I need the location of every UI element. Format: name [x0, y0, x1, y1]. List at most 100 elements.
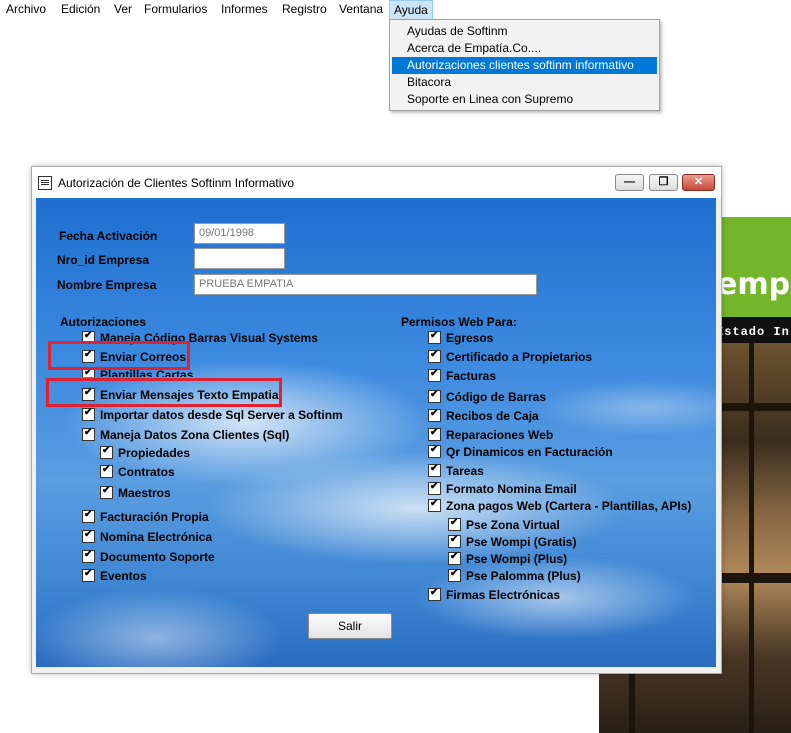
form-icon	[38, 176, 52, 190]
maximize-button[interactable]: ❐	[649, 174, 678, 191]
checkbox-check-icon	[428, 587, 441, 602]
checkbox-label: Egresos	[446, 331, 494, 345]
menu-informes[interactable]: Informes	[217, 0, 272, 19]
checkbox-zona-pagos-web[interactable]: Zona pagos Web (Cartera - Plantillas, AP…	[428, 498, 692, 515]
checkbox-documento-soporte[interactable]: Documento Soporte	[82, 549, 215, 566]
checkbox-tareas[interactable]: Tareas	[428, 463, 484, 480]
checkbox-label: Formato Nomina Email	[446, 482, 577, 496]
checkbox-check-icon	[428, 330, 441, 345]
checkbox-check-icon	[82, 427, 95, 442]
checkbox-check-icon	[428, 368, 441, 383]
dialog-titlebar[interactable]: Autorización de Clientes Softinm Informa…	[32, 167, 721, 198]
autorizaciones-label: Autorizaciones	[60, 315, 147, 329]
minimize-button[interactable]: —	[615, 174, 644, 191]
close-button[interactable]: ✕	[682, 174, 715, 191]
checkbox-codigo-barras[interactable]: Código de Barras	[428, 389, 546, 406]
permisos-web-label: Permisos Web Para:	[401, 315, 517, 329]
site-brand-logo: emp	[717, 267, 791, 302]
dialog-client-area: Fecha Activación 09/01/1998 Nro_id Empre…	[36, 198, 716, 667]
menu-archivo[interactable]: Archivo	[2, 0, 50, 19]
fecha-activacion-field[interactable]: 09/01/1998	[194, 223, 285, 244]
menu-item-bitacora[interactable]: Bitacora	[392, 74, 657, 91]
salir-button[interactable]: Salir	[308, 613, 392, 639]
checkbox-label: Importar datos desde Sql Server a Softin…	[100, 408, 343, 422]
checkbox-label: Qr Dinamicos en Facturación	[446, 445, 613, 459]
menu-ver[interactable]: Ver	[110, 0, 136, 19]
ayuda-dropdown: Ayudas de Softinm Acerca de Empatía.Co..…	[389, 19, 660, 111]
checkbox-label: Facturas	[446, 369, 497, 383]
checkbox-label: Eventos	[100, 569, 147, 583]
checkbox-label: Pse Zona Virtual	[466, 518, 560, 532]
checkbox-check-icon	[428, 389, 441, 404]
site-strip-text: Estado In	[716, 325, 790, 339]
checkbox-check-icon	[82, 509, 95, 524]
autorizacion-dialog: Autorización de Clientes Softinm Informa…	[31, 166, 722, 674]
checkbox-facturas[interactable]: Facturas	[428, 368, 497, 385]
checkbox-facturacion-propia[interactable]: Facturación Propia	[82, 509, 209, 526]
checkbox-label: Pse Wompi (Plus)	[466, 552, 568, 566]
menu-registro[interactable]: Registro	[278, 0, 331, 19]
checkbox-check-icon	[82, 568, 95, 583]
menu-ventana[interactable]: Ventana	[335, 0, 387, 19]
menu-item-acerca-de[interactable]: Acerca de Empatía.Co....	[392, 40, 657, 57]
checkbox-contratos[interactable]: Contratos	[100, 464, 175, 481]
dialog-title: Autorización de Clientes Softinm Informa…	[58, 176, 295, 190]
checkbox-recibos-caja[interactable]: Recibos de Caja	[428, 408, 539, 425]
menu-formularios[interactable]: Formularios	[140, 0, 211, 19]
checkbox-label: Zona pagos Web (Cartera - Plantillas, AP…	[446, 499, 692, 513]
fecha-activacion-label: Fecha Activación	[59, 229, 158, 243]
checkbox-check-icon	[448, 517, 461, 532]
menu-item-soporte-supremo[interactable]: Soporte en Linea con Supremo	[392, 91, 657, 108]
checkbox-label: Reparaciones Web	[446, 428, 554, 442]
checkbox-check-icon	[82, 407, 95, 422]
checkbox-pse-palomma-plus[interactable]: Pse Palomma (Plus)	[448, 568, 581, 585]
menu-bar: Archivo Edición Ver Formularios Informes…	[0, 0, 791, 20]
nro-id-empresa-field[interactable]	[194, 248, 285, 269]
checkbox-label: Recibos de Caja	[446, 409, 539, 423]
checkbox-label: Propiedades	[118, 446, 191, 460]
checkbox-qr-dinamicos[interactable]: Qr Dinamicos en Facturación	[428, 444, 613, 461]
checkbox-check-icon	[448, 551, 461, 566]
checkbox-eventos[interactable]: Eventos	[82, 568, 147, 585]
restore-icon: ❐	[658, 176, 669, 188]
checkbox-importar-sql-server[interactable]: Importar datos desde Sql Server a Softin…	[82, 407, 343, 424]
checkbox-check-icon	[428, 427, 441, 442]
checkbox-certificado-propietarios[interactable]: Certificado a Propietarios	[428, 349, 592, 366]
minimize-icon: —	[624, 176, 635, 188]
checkbox-label: Documento Soporte	[100, 550, 215, 564]
checkbox-reparaciones-web[interactable]: Reparaciones Web	[428, 427, 554, 444]
checkbox-formato-nomina-email[interactable]: Formato Nomina Email	[428, 481, 577, 498]
menu-item-ayudas-softinm[interactable]: Ayudas de Softinm	[392, 23, 657, 40]
checkbox-egresos[interactable]: Egresos	[428, 330, 494, 347]
checkbox-maestros[interactable]: Maestros	[100, 485, 171, 502]
checkbox-check-icon	[448, 534, 461, 549]
checkbox-check-icon	[428, 444, 441, 459]
checkbox-label: Firmas Electrónicas	[446, 588, 561, 602]
checkbox-check-icon	[82, 529, 95, 544]
checkbox-pse-wompi-plus[interactable]: Pse Wompi (Plus)	[448, 551, 568, 568]
checkbox-label: Tareas	[446, 464, 484, 478]
checkbox-check-icon	[82, 549, 95, 564]
menu-ayuda[interactable]: Ayuda	[389, 0, 433, 20]
nombre-empresa-label: Nombre Empresa	[57, 278, 157, 292]
checkbox-pse-wompi-gratis[interactable]: Pse Wompi (Gratis)	[448, 534, 577, 551]
nombre-empresa-field[interactable]: PRUEBA EMPATIA	[194, 274, 537, 295]
checkbox-nomina-electronica[interactable]: Nomina Electrónica	[82, 529, 212, 546]
checkbox-firmas-electronicas[interactable]: Firmas Electrónicas	[428, 587, 561, 604]
checkbox-zona-clientes-sql[interactable]: Maneja Datos Zona Clientes (Sql)	[82, 427, 290, 444]
checkbox-check-icon	[100, 485, 113, 500]
checkbox-label: Maneja Datos Zona Clientes (Sql)	[100, 428, 290, 442]
checkbox-check-icon	[100, 464, 113, 479]
checkbox-propiedades[interactable]: Propiedades	[100, 445, 191, 462]
checkbox-pse-zona-virtual[interactable]: Pse Zona Virtual	[448, 517, 560, 534]
nro-id-empresa-label: Nro_id Empresa	[57, 253, 150, 267]
checkbox-label: Maestros	[118, 486, 171, 500]
checkbox-check-icon	[428, 463, 441, 478]
checkbox-check-icon	[100, 445, 113, 460]
close-icon: ✕	[693, 176, 704, 188]
checkbox-label: Pse Wompi (Gratis)	[466, 535, 577, 549]
checkbox-check-icon	[428, 349, 441, 364]
menu-edicion[interactable]: Edición	[57, 0, 104, 19]
menu-item-autorizaciones[interactable]: Autorizaciones clientes softinm informat…	[392, 57, 657, 74]
checkbox-label: Contratos	[118, 465, 175, 479]
